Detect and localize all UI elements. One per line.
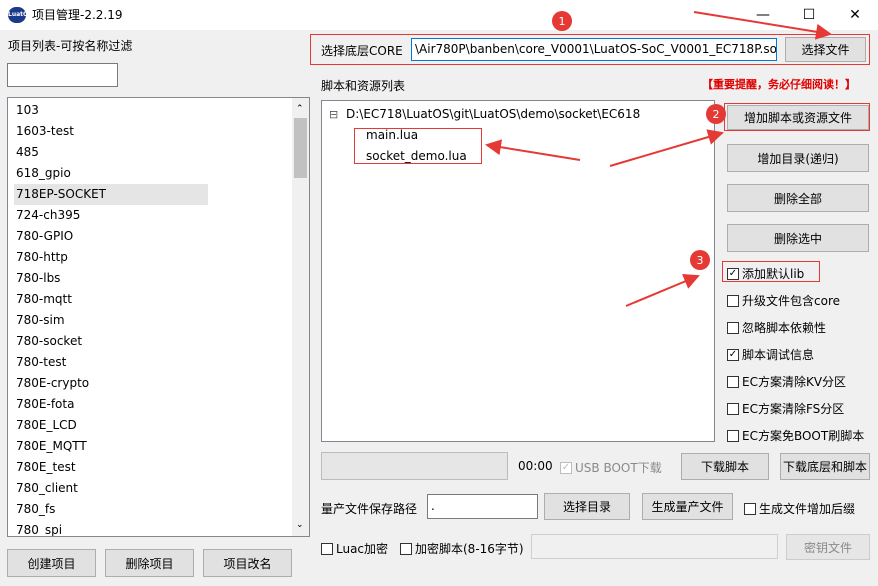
arrow-to-select-file	[693, 11, 832, 40]
arrow-to-default-lib	[625, 274, 700, 307]
arrow-to-add-script	[609, 129, 724, 167]
annotation-arrows	[485, 11, 832, 307]
arrow-to-files	[485, 139, 581, 161]
